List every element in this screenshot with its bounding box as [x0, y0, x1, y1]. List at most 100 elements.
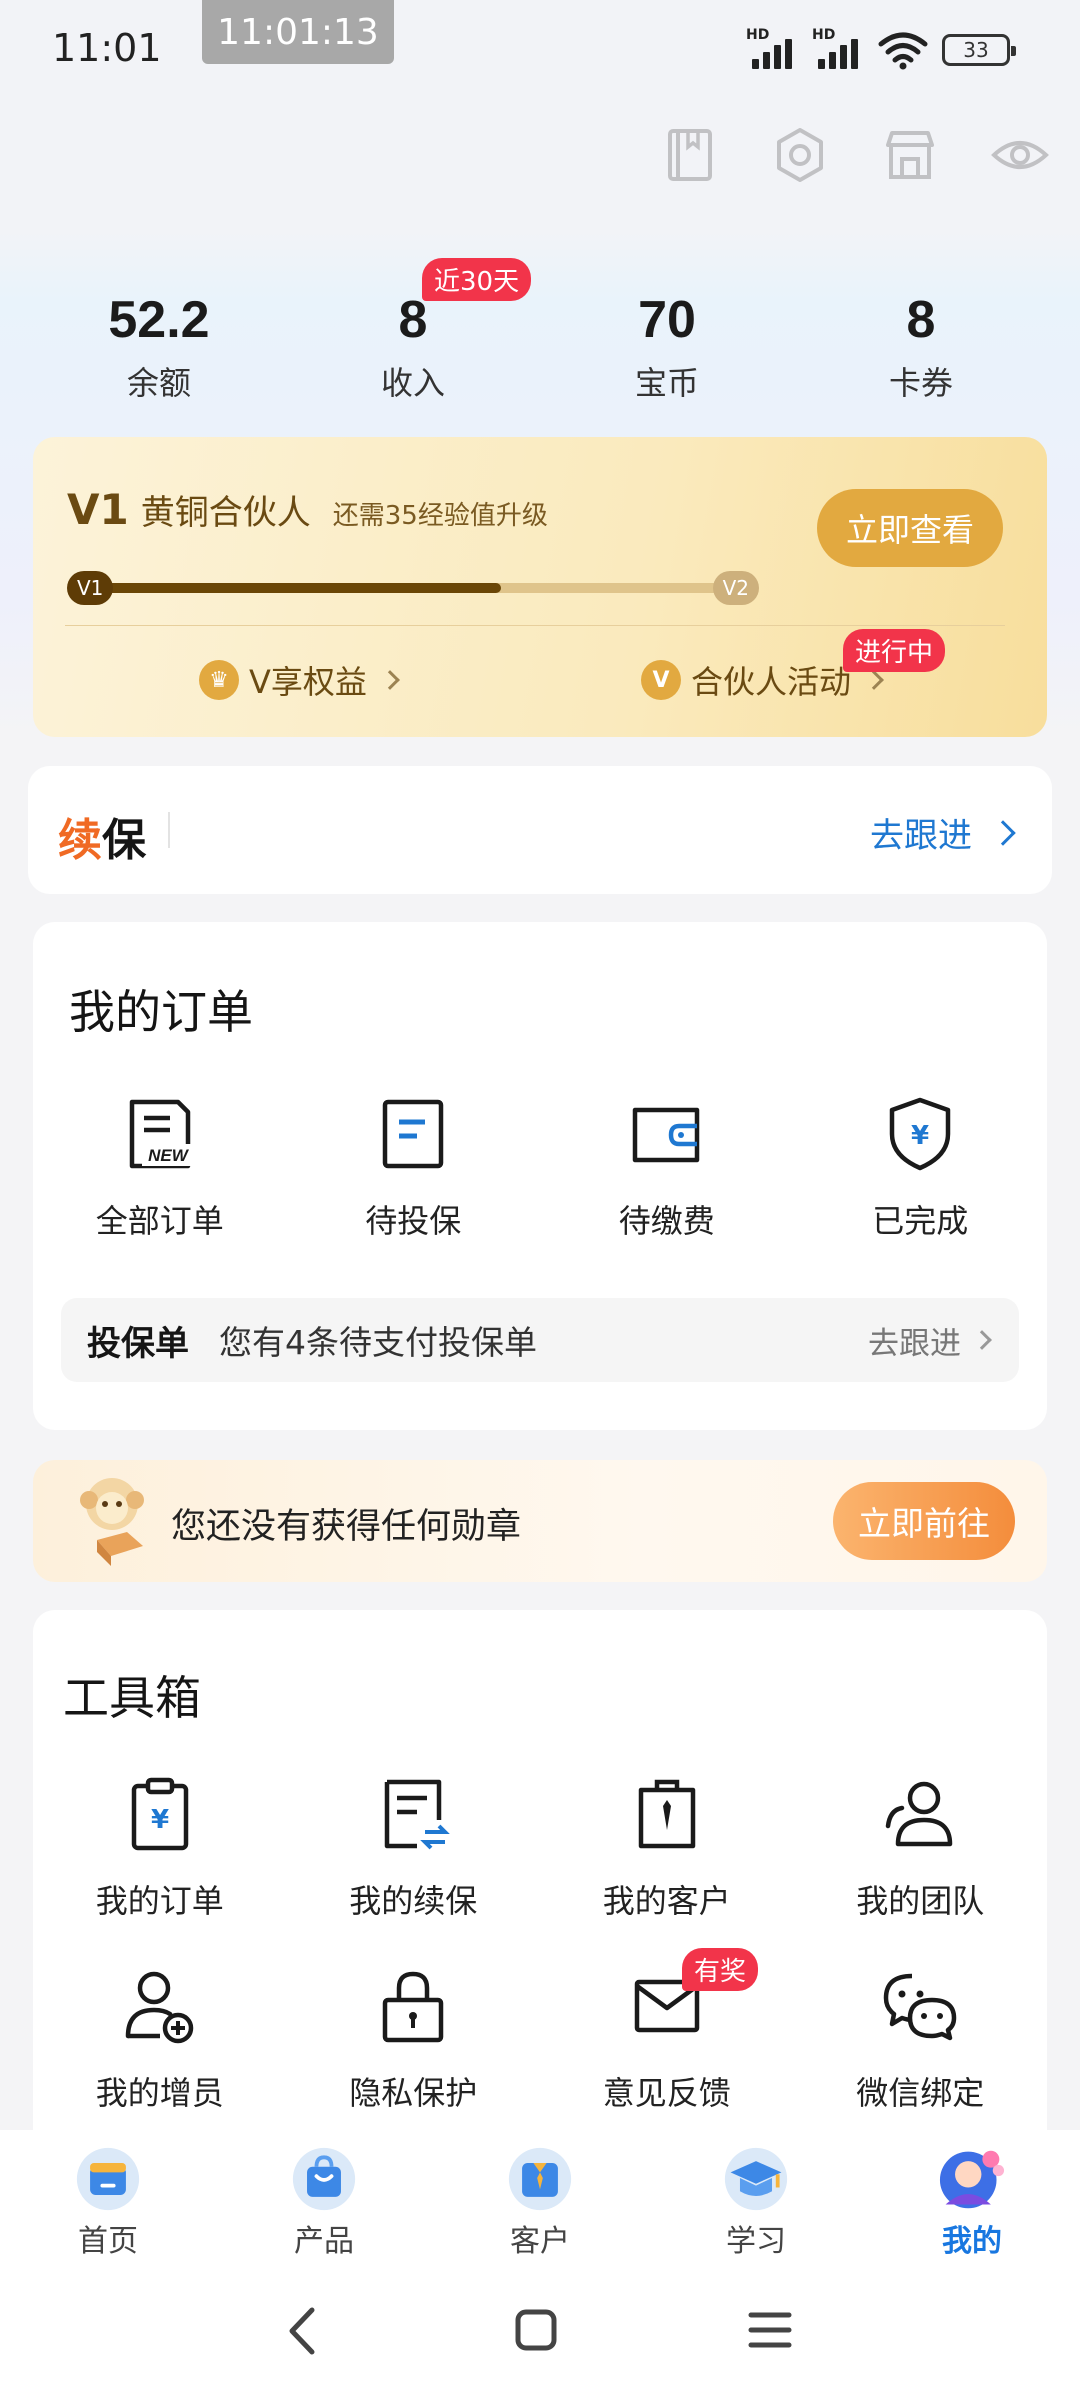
- tool-feedback[interactable]: 意见反馈 有奖: [540, 1948, 794, 2114]
- nav-home[interactable]: 首页: [0, 2130, 216, 2260]
- go-now-button[interactable]: 立即前往: [833, 1482, 1015, 1560]
- nav-products[interactable]: 产品: [216, 2130, 432, 2260]
- header-actions: [660, 125, 1050, 185]
- v-benefits-label: V享权益: [249, 663, 367, 701]
- tool-wechat-bind[interactable]: 微信绑定: [794, 1966, 1048, 2114]
- nav-mine[interactable]: 我的: [864, 2130, 1080, 2260]
- battery-icon: 33: [942, 34, 1016, 66]
- my-orders-card: 我的订单 NEW 全部订单 待投保 待缴费 ¥ 已完成 投保单 您有4条待支付投…: [33, 922, 1047, 1430]
- store-icon[interactable]: [880, 125, 940, 185]
- gear-icon[interactable]: [770, 125, 830, 185]
- tool-label: 我的订单: [95, 1882, 224, 1920]
- recording-timer: 11:01:13: [202, 0, 394, 64]
- back-icon[interactable]: [282, 2306, 322, 2356]
- add-user-icon: [125, 1971, 193, 2044]
- divider: [168, 812, 170, 848]
- renewal-follow-up-link[interactable]: 去跟进: [870, 808, 1016, 857]
- chevron-right-icon: [990, 819, 1016, 846]
- book-icon[interactable]: [660, 125, 720, 185]
- tool-label: 我的团队: [856, 1882, 985, 1920]
- chevron-right-icon: [864, 670, 884, 690]
- stat-balance[interactable]: 52.2 余额: [32, 290, 286, 404]
- level-code: V1: [67, 485, 129, 534]
- stat-income[interactable]: 8 收入 近30天: [286, 258, 540, 404]
- policy-notice-bar[interactable]: 投保单 您有4条待支付投保单 去跟进: [61, 1298, 1019, 1382]
- order-pending-payment[interactable]: 待缴费: [540, 1094, 794, 1242]
- home-icon: [76, 2147, 140, 2211]
- order-label: 全部订单: [95, 1202, 224, 1240]
- signal-icon: HD: [746, 27, 798, 69]
- wifi-icon: [878, 32, 928, 70]
- nav-label: 学习: [726, 2224, 786, 2259]
- svg-text:NEW: NEW: [148, 1146, 190, 1165]
- stat-coins[interactable]: 70 宝币: [540, 290, 794, 404]
- renewal-title-accent: 续: [58, 815, 102, 866]
- toolbox-row-2: 我的增员 隐私保护 意见反馈 有奖 微信绑定: [33, 1948, 1048, 2114]
- tool-my-renewals[interactable]: 我的续保: [287, 1774, 541, 1922]
- nav-label: 首页: [78, 2224, 138, 2259]
- crown-icon: ♛: [199, 660, 239, 700]
- next-level-badge: V2: [712, 571, 759, 605]
- medal-banner: 您还没有获得任何勋章 立即前往: [33, 1460, 1047, 1582]
- status-bar: 11:01 11:01:13 HD HD 33: [0, 0, 1080, 90]
- lock-icon: [383, 1971, 444, 2043]
- last-30-days-badge: 近30天: [422, 258, 532, 301]
- monkey-mascot-icon: [80, 1478, 144, 1566]
- shield-yuan-icon: ¥: [890, 1097, 951, 1171]
- current-level-badge: V1: [67, 571, 114, 605]
- nav-learning[interactable]: 学习: [648, 2130, 864, 2260]
- policy-title: 投保单: [87, 1323, 189, 1364]
- section-title: 工具箱: [63, 1671, 201, 1725]
- status-time: 11:01: [52, 26, 162, 70]
- eye-icon[interactable]: [990, 125, 1050, 185]
- wechat-icon: [884, 1973, 957, 2041]
- tool-privacy[interactable]: 隐私保护: [287, 1966, 541, 2114]
- section-title: 我的订单: [69, 985, 253, 1039]
- tool-my-orders[interactable]: ¥ 我的订单: [33, 1774, 287, 1922]
- order-completed[interactable]: ¥ 已完成: [794, 1094, 1048, 1242]
- chevron-right-icon: [380, 670, 400, 690]
- stat-value: 52.2: [108, 291, 210, 349]
- svg-text:¥: ¥: [151, 1805, 169, 1835]
- stat-coupons[interactable]: 8 卡券: [794, 290, 1048, 404]
- in-progress-badge: 进行中: [843, 629, 946, 672]
- stat-value: 70: [638, 291, 696, 349]
- tool-recruits[interactable]: 我的增员: [33, 1966, 287, 2114]
- wallet-icon: [632, 1107, 699, 1163]
- home-button-icon[interactable]: [514, 2308, 558, 2352]
- customer-icon: [508, 2147, 572, 2211]
- clipboard-yuan-icon: ¥: [131, 1777, 188, 1851]
- stat-label: 卡券: [888, 364, 953, 402]
- tool-my-clients[interactable]: 我的客户: [540, 1774, 794, 1922]
- renewal-card[interactable]: 续保 去跟进: [28, 766, 1052, 894]
- nav-label: 客户: [510, 2224, 570, 2259]
- view-now-button[interactable]: 立即查看: [817, 489, 1003, 567]
- stat-label: 余额: [126, 364, 191, 402]
- follow-up-label: 去跟进: [868, 1325, 961, 1362]
- document-icon: [383, 1099, 444, 1169]
- renewal-title-rest: 保: [102, 815, 146, 866]
- order-all[interactable]: NEW 全部订单: [33, 1094, 287, 1242]
- level-progress-bar: V1 V2: [67, 571, 759, 605]
- level-requirement: 还需35经验值升级: [332, 501, 548, 531]
- follow-up-label: 去跟进: [870, 816, 972, 856]
- policy-text: 您有4条待支付投保单: [219, 1323, 537, 1362]
- mine-avatar-icon: [939, 2150, 1005, 2209]
- nav-customers[interactable]: 客户: [432, 2130, 648, 2260]
- nav-label: 我的: [942, 2224, 1002, 2259]
- stat-label: 收入: [380, 364, 445, 402]
- policy-follow-up-link[interactable]: 去跟进: [868, 1318, 992, 1363]
- tool-my-team[interactable]: 我的团队: [794, 1774, 1048, 1922]
- team-icon: [886, 1781, 953, 1847]
- bottom-nav: 首页 产品 客户 学习 我的: [0, 2130, 1080, 2260]
- renewal-doc-icon: [385, 1779, 451, 1850]
- divider: [65, 625, 1005, 626]
- v-benefits-link[interactable]: ♛ V享权益: [199, 657, 400, 703]
- svg-text:¥: ¥: [911, 1121, 929, 1151]
- v-coin-icon: V: [641, 660, 681, 700]
- level-name: 黄铜合伙人: [140, 493, 311, 533]
- nav-label: 产品: [294, 2224, 354, 2259]
- partner-level-card: V1 黄铜合伙人 还需35经验值升级 立即查看 V1 V2 ♛ V享权益 V 合…: [33, 437, 1047, 737]
- order-pending-insure[interactable]: 待投保: [287, 1094, 541, 1242]
- recent-apps-icon[interactable]: [748, 2310, 792, 2350]
